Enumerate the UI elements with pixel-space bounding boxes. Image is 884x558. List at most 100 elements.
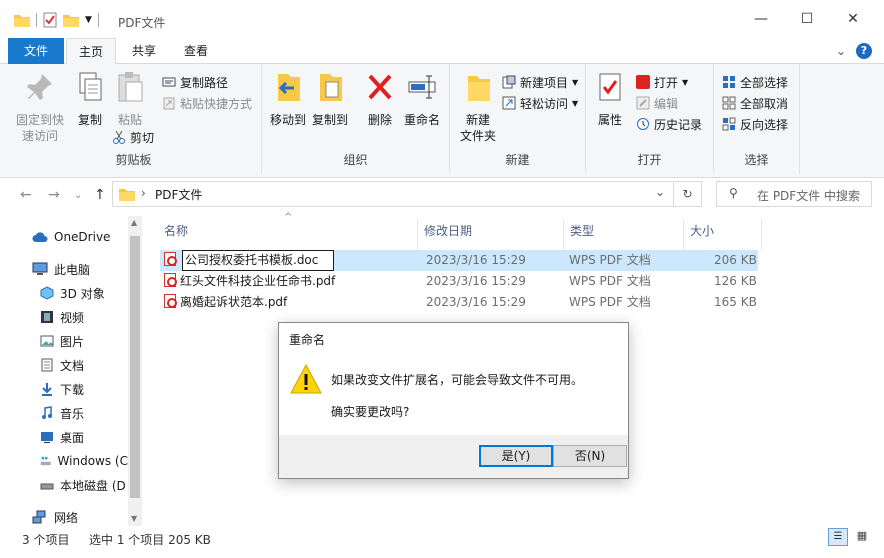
tab-home[interactable]: 主页 bbox=[66, 38, 116, 65]
history-button[interactable]: 历史记录 bbox=[636, 114, 702, 134]
network-icon bbox=[32, 510, 46, 524]
properties-button[interactable]: 属性 bbox=[592, 70, 628, 128]
address-bar[interactable]: › PDF文件 ⌄ bbox=[112, 181, 674, 207]
rename-confirm-dialog: 重命名 如果改变文件扩展名，可能会导致文件不可用。 确实要更改吗? 是(Y) 否… bbox=[278, 322, 629, 479]
nav-item-videos[interactable]: 视频 bbox=[40, 306, 84, 328]
item-count: 3 个项目 bbox=[22, 533, 70, 547]
yes-button[interactable]: 是(Y) bbox=[479, 445, 553, 467]
details-view-icon[interactable]: ☰ bbox=[828, 528, 848, 546]
navigation-pane: OneDrive 此电脑 3D 对象 视频 图片 文档 下载 音乐 桌面 Win… bbox=[0, 212, 146, 528]
easy-access-icon bbox=[502, 96, 516, 110]
minimize-button[interactable]: — bbox=[738, 0, 784, 38]
select-none-button[interactable]: 全部取消 bbox=[722, 93, 788, 113]
nav-item-onedrive[interactable]: OneDrive bbox=[32, 226, 110, 248]
no-button[interactable]: 否(N) bbox=[553, 445, 627, 467]
cut-button[interactable]: 剪切 bbox=[112, 127, 154, 147]
back-arrow-icon[interactable]: ← bbox=[20, 187, 32, 203]
download-arrow-icon bbox=[42, 383, 52, 396]
pin-quick-access-button[interactable]: 固定到快 速访问 bbox=[12, 70, 68, 144]
new-folder-icon[interactable] bbox=[63, 13, 79, 27]
group-label-clipboard: 剪贴板 bbox=[115, 153, 152, 167]
dropdown-arrow-icon: ▼ bbox=[572, 98, 579, 108]
new-item-button[interactable]: 新建项目 ▼ bbox=[502, 72, 578, 92]
copy-to-icon bbox=[320, 74, 342, 101]
large-icons-view-icon[interactable]: ▦ bbox=[852, 528, 872, 546]
nav-item-desktop[interactable]: 桌面 bbox=[40, 426, 84, 448]
nav-item-pictures[interactable]: 图片 bbox=[40, 330, 84, 352]
address-dropdown-icon[interactable]: ⌄ bbox=[655, 185, 665, 199]
nav-item-documents[interactable]: 文档 bbox=[40, 354, 84, 376]
nav-item-this-pc[interactable]: 此电脑 bbox=[32, 258, 90, 280]
breadcrumb-separator-icon: › bbox=[141, 186, 146, 200]
edit-icon bbox=[636, 96, 650, 110]
column-header-size[interactable]: 大小 bbox=[684, 220, 762, 250]
copy-path-button[interactable]: 复制路径 bbox=[162, 72, 228, 92]
nav-item-network[interactable]: 网络 bbox=[32, 506, 78, 528]
column-header-date[interactable]: 修改日期 bbox=[418, 220, 564, 250]
column-header-name[interactable]: 名称 bbox=[160, 220, 418, 250]
paste-button[interactable]: 粘贴 bbox=[112, 70, 148, 128]
window-title: PDF文件 bbox=[118, 16, 166, 30]
copy-path-icon bbox=[162, 77, 176, 87]
title-bar: ▼ PDF文件 — ☐ ✕ bbox=[0, 0, 884, 38]
refresh-button[interactable]: ↻ bbox=[674, 181, 702, 207]
dialog-message: 如果改变文件扩展名，可能会导致文件不可用。 bbox=[331, 373, 584, 387]
breadcrumb-path[interactable]: PDF文件 bbox=[155, 186, 202, 203]
table-row[interactable]: 红头文件科技企业任命书.pdf 2023/3/16 15:29 WPS PDF … bbox=[160, 271, 758, 292]
tab-share[interactable]: 共享 bbox=[118, 38, 170, 64]
paste-shortcut-button[interactable]: 粘贴快捷方式 bbox=[162, 93, 252, 113]
forward-arrow-icon[interactable]: → bbox=[48, 187, 60, 203]
move-to-button[interactable]: 移动到 bbox=[266, 70, 310, 128]
maximize-button[interactable]: ☐ bbox=[784, 0, 830, 38]
help-icon[interactable]: ? bbox=[856, 43, 872, 59]
tab-file[interactable]: 文件 bbox=[8, 38, 64, 64]
group-label-open: 打开 bbox=[637, 153, 662, 167]
ribbon-expand-icon[interactable]: ⌄ bbox=[836, 44, 846, 58]
close-button[interactable]: ✕ bbox=[830, 0, 876, 38]
select-all-icon bbox=[723, 76, 735, 88]
search-box[interactable]: ⚲ 在 PDF文件 中搜索 bbox=[716, 181, 872, 207]
edit-button[interactable]: 编辑 bbox=[636, 93, 678, 113]
open-button[interactable]: 打开 ▼ bbox=[636, 72, 688, 92]
select-all-button[interactable]: 全部选择 bbox=[722, 72, 788, 92]
table-row[interactable]: 离婚起诉状范本.pdf 2023/3/16 15:29 WPS PDF 文档 1… bbox=[160, 292, 758, 313]
film-icon bbox=[41, 311, 53, 323]
tab-view[interactable]: 查看 bbox=[170, 38, 222, 64]
dialog-title: 重命名 bbox=[289, 333, 326, 347]
group-organize: 移动到 复制到 删除 重命名 组织 bbox=[262, 64, 450, 174]
folder-icon[interactable] bbox=[14, 13, 30, 27]
copy-to-button[interactable]: 复制到 bbox=[308, 70, 352, 128]
cube-icon bbox=[40, 286, 54, 300]
group-open: 属性 打开 ▼ 编辑 历史记录 打开 bbox=[586, 64, 714, 174]
qat-dropdown-icon[interactable]: ▼ bbox=[85, 15, 92, 25]
dialog-question: 确实要更改吗? bbox=[331, 405, 410, 419]
rename-button[interactable]: 重命名 bbox=[400, 70, 444, 128]
nav-item-3d-objects[interactable]: 3D 对象 bbox=[40, 282, 105, 304]
scissors-icon bbox=[113, 130, 125, 144]
scroll-down-icon[interactable]: ▼ bbox=[131, 514, 137, 523]
music-note-icon bbox=[42, 406, 52, 419]
computer-icon bbox=[32, 262, 48, 275]
scroll-up-icon[interactable]: ▲ bbox=[131, 218, 137, 227]
nav-scrollbar-thumb[interactable] bbox=[130, 236, 140, 498]
properties-check-icon[interactable] bbox=[43, 12, 57, 28]
desktop-icon bbox=[41, 432, 53, 443]
easy-access-button[interactable]: 轻松访问 ▼ bbox=[502, 93, 578, 113]
nav-item-downloads[interactable]: 下载 bbox=[40, 378, 84, 400]
up-arrow-icon[interactable]: ↑ bbox=[94, 187, 106, 203]
nav-item-windows-c[interactable]: Windows (C bbox=[40, 450, 128, 472]
copy-button[interactable]: 复制 bbox=[72, 70, 108, 128]
delete-button[interactable]: 删除 bbox=[362, 70, 398, 128]
column-header-type[interactable]: 类型 bbox=[564, 220, 684, 250]
rename-input[interactable]: 公司授权委托书模板.doc bbox=[182, 250, 334, 271]
recent-dropdown-icon[interactable]: ⌄ bbox=[74, 190, 82, 201]
nav-item-music[interactable]: 音乐 bbox=[40, 402, 84, 424]
explorer-window: ▼ PDF文件 — ☐ ✕ 文件 主页 共享 查看 ⌄ ? 固定到快 速访问 复… bbox=[0, 0, 884, 558]
rename-icon bbox=[408, 75, 436, 99]
invert-selection-button[interactable]: 反向选择 bbox=[722, 114, 788, 134]
nav-item-local-disk-d[interactable]: 本地磁盘 (D bbox=[40, 474, 128, 496]
delete-x-icon bbox=[368, 74, 392, 100]
wps-pdf-icon bbox=[636, 75, 650, 89]
new-folder-button[interactable]: 新建 文件夹 bbox=[454, 70, 502, 144]
folder-icon bbox=[119, 189, 135, 201]
